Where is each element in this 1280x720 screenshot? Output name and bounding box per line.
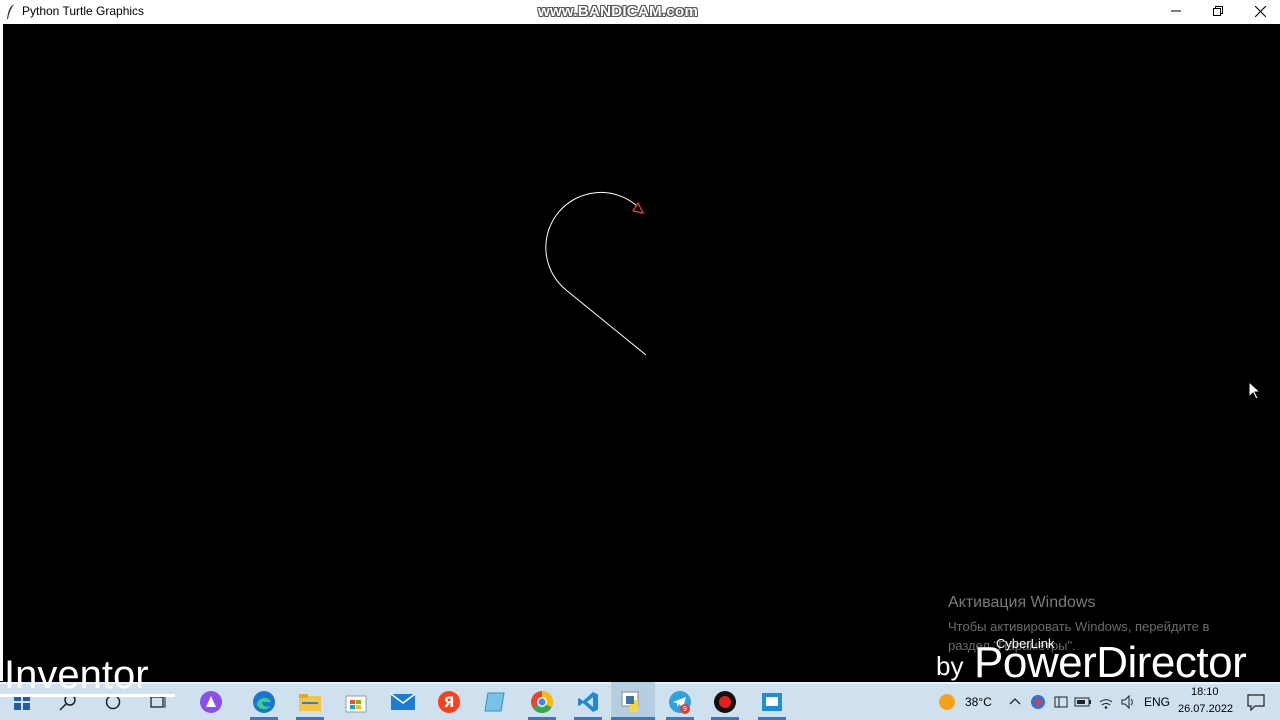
svg-text:Я: Я xyxy=(444,695,455,711)
chrome-button[interactable] xyxy=(528,688,556,716)
tray-app-icon[interactable] xyxy=(1030,694,1046,710)
python-icon xyxy=(621,691,639,712)
screen: Python Turtle Graphics www.BANDICAM.com … xyxy=(0,0,1280,720)
bandicam-button[interactable] xyxy=(711,688,739,716)
alice-button[interactable] xyxy=(197,688,225,716)
language-indicator[interactable]: ENG xyxy=(1144,695,1170,709)
mail-button[interactable] xyxy=(389,688,417,716)
battery-icon[interactable] xyxy=(1074,695,1092,709)
weather-sun-icon[interactable] xyxy=(938,693,956,711)
yandex-icon: Я xyxy=(438,691,460,713)
remote-desktop-button[interactable] xyxy=(758,688,786,716)
yandex-button[interactable]: Я xyxy=(435,688,463,716)
mouse-pointer-icon xyxy=(1249,382,1261,400)
wifi-icon[interactable] xyxy=(1098,694,1114,710)
weather-temperature[interactable]: 38°C xyxy=(965,695,992,709)
turtle-path xyxy=(545,192,647,356)
alice-icon xyxy=(200,691,222,713)
inventor-underline xyxy=(0,694,175,697)
store-button[interactable] xyxy=(342,688,370,716)
python-button[interactable] xyxy=(619,688,647,716)
chrome-icon xyxy=(531,691,553,713)
vscode-button[interactable] xyxy=(574,688,602,716)
activation-line-1: Чтобы активировать Windows, перейдите в xyxy=(948,619,1210,634)
edge-button[interactable] xyxy=(250,688,278,716)
brand-by: by xyxy=(936,651,964,681)
notepad-icon xyxy=(484,692,505,712)
file-explorer-button[interactable] xyxy=(296,688,324,716)
chevron-up-icon[interactable] xyxy=(1009,697,1021,705)
file-explorer-icon xyxy=(299,694,321,711)
notification-icon[interactable] xyxy=(1247,693,1265,711)
remote-desktop-icon xyxy=(762,693,782,711)
activation-title: Активация Windows xyxy=(948,594,1096,611)
edge-icon xyxy=(253,691,275,713)
telegram-badge: 9 xyxy=(680,704,690,714)
clock-date[interactable]: 26.07.2022 xyxy=(1178,703,1233,715)
bandicam-record-icon xyxy=(714,691,736,713)
volume-icon[interactable] xyxy=(1120,694,1136,710)
turtle-drawing xyxy=(545,192,647,356)
inventor-caption: Inventor xyxy=(4,653,149,697)
notepad-button[interactable] xyxy=(481,688,509,716)
vscode-icon xyxy=(578,692,598,712)
powerdirector-watermark: PowerDirector xyxy=(974,638,1247,687)
tray-window-icon[interactable] xyxy=(1053,694,1069,710)
mail-icon xyxy=(391,693,415,710)
store-icon xyxy=(345,695,367,713)
